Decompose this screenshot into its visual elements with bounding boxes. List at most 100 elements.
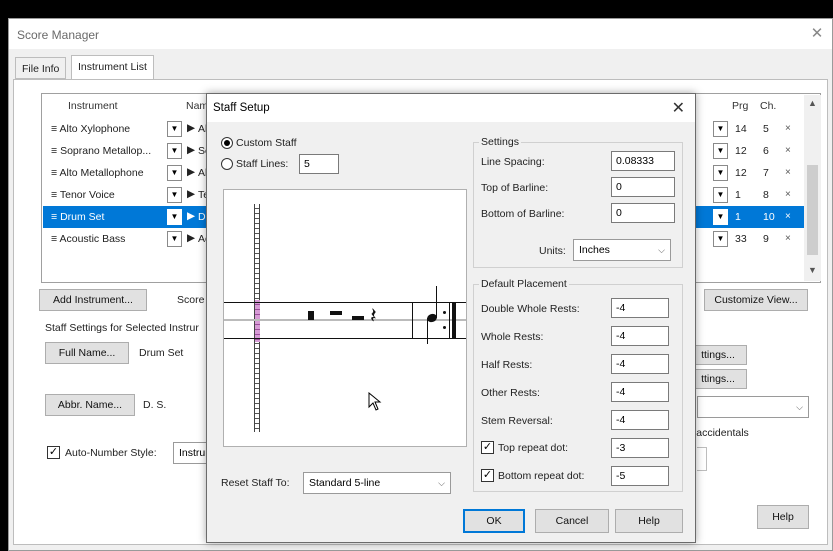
staff-lines-field[interactable]: 5 <box>299 154 339 174</box>
stem-reversal-label: Stem Reversal: <box>481 415 553 427</box>
close-icon[interactable]: ✕ <box>672 98 685 118</box>
other-rests-label: Other Rests: <box>481 387 540 399</box>
whole-rests-label: Whole Rests: <box>481 331 544 343</box>
help-button[interactable]: Help <box>615 509 683 533</box>
play-icon[interactable]: ▶ <box>187 232 195 244</box>
instrument-name: ≡ Soprano Metallop... <box>51 145 152 157</box>
remove-icon[interactable]: × <box>785 189 791 200</box>
full-name-button[interactable]: Full Name... <box>45 342 129 364</box>
bottom-repeat-dot-field[interactable]: -5 <box>611 466 669 486</box>
abbr-name-button[interactable]: Abbr. Name... <box>45 394 135 416</box>
channel-dropdown[interactable]: ▼ <box>713 209 728 225</box>
prg-value: 1 <box>735 189 741 201</box>
window-title: Score Manager <box>17 28 100 42</box>
prg-value: 33 <box>735 233 747 245</box>
vertical-scrollbar[interactable]: ▲ ▼ <box>804 95 821 281</box>
instrument-dropdown[interactable]: ▼ <box>167 121 182 137</box>
whole-rests-field[interactable]: -4 <box>611 326 669 346</box>
settings-button-1[interactable]: ttings... <box>689 345 747 365</box>
play-icon[interactable]: ▶ <box>187 188 195 200</box>
remove-icon[interactable]: × <box>785 211 791 222</box>
channel-dropdown[interactable]: ▼ <box>713 143 728 159</box>
whole-rest <box>330 311 342 315</box>
cancel-button[interactable]: Cancel <box>535 509 609 533</box>
reset-staff-select[interactable]: Standard 5-line ⌵ <box>303 472 451 494</box>
channel-dropdown[interactable]: ▼ <box>713 231 728 247</box>
note-stem-down <box>427 318 428 344</box>
auto-number-checkbox[interactable]: ✓ <box>47 446 60 459</box>
scroll-down-icon[interactable]: ▼ <box>808 265 817 275</box>
top-repeat-dot-label: Top repeat dot: <box>498 442 569 454</box>
column-header-instrument[interactable]: Instrument <box>68 100 118 112</box>
half-rests-label: Half Rests: <box>481 359 533 371</box>
accidentals-label: l accidentals <box>691 427 749 439</box>
instrument-dropdown[interactable]: ▼ <box>167 209 182 225</box>
help-button[interactable]: Help <box>757 505 809 529</box>
bottom-barline-field[interactable]: 0 <box>611 203 675 223</box>
double-whole-rests-field[interactable]: -4 <box>611 298 669 318</box>
channel-dropdown[interactable]: ▼ <box>713 165 728 181</box>
staff-lines-label: Staff Lines: <box>236 158 289 170</box>
settings-group-label: Settings <box>479 136 521 148</box>
ch-value: 8 <box>763 189 769 201</box>
staff-line-bottom <box>224 338 466 339</box>
half-rest <box>352 316 364 320</box>
custom-staff-label: Custom Staff <box>236 137 297 149</box>
reset-staff-value: Standard 5-line <box>309 477 381 489</box>
settings-button-2[interactable]: ttings... <box>689 369 747 389</box>
remove-icon[interactable]: × <box>785 233 791 244</box>
instrument-name: ≡ Tenor Voice <box>51 189 115 201</box>
instrument-dropdown[interactable]: ▼ <box>167 231 182 247</box>
tab-instrument-list[interactable]: Instrument List <box>71 55 154 80</box>
instrument-dropdown[interactable]: ▼ <box>167 187 182 203</box>
prg-value: 1 <box>735 211 741 223</box>
channel-dropdown[interactable]: ▼ <box>713 121 728 137</box>
top-repeat-dot-checkbox[interactable]: ✓ <box>481 441 494 454</box>
remove-icon[interactable]: × <box>785 167 791 178</box>
other-rests-field[interactable]: -4 <box>611 382 669 402</box>
dialog-title: Staff Setup <box>213 102 270 114</box>
mouse-cursor-icon <box>368 392 382 411</box>
top-barline-label: Top of Barline: <box>481 182 549 194</box>
instrument-name: ≡ Alto Xylophone <box>51 123 131 135</box>
ch-value: 10 <box>763 211 775 223</box>
play-icon[interactable]: ▶ <box>187 122 195 134</box>
score-label: Score <box>177 294 205 306</box>
staff-lines-radio[interactable] <box>221 158 233 170</box>
ruler-highlight <box>255 300 260 342</box>
repeat-thick-barline <box>452 302 456 339</box>
play-icon[interactable]: ▶ <box>187 210 195 222</box>
custom-staff-radio[interactable] <box>221 137 233 149</box>
column-header-ch[interactable]: Ch. <box>760 100 776 112</box>
ch-value: 7 <box>763 167 769 179</box>
remove-icon[interactable]: × <box>785 123 791 134</box>
column-header-name[interactable]: Nam <box>186 100 208 112</box>
tab-file-info[interactable]: File Info <box>15 57 67 79</box>
instrument-dropdown[interactable]: ▼ <box>167 143 182 159</box>
column-header-prg[interactable]: Prg <box>732 100 748 112</box>
scroll-thumb[interactable] <box>807 165 818 255</box>
customize-view-button[interactable]: Customize View... <box>704 289 808 311</box>
score-manager-titlebar: Score Manager ✕ <box>9 19 832 49</box>
add-instrument-button[interactable]: Add Instrument... <box>39 289 147 311</box>
remove-icon[interactable]: × <box>785 145 791 156</box>
units-select[interactable]: Inches ⌵ <box>573 239 671 261</box>
row-handle-icon: ≡ <box>51 211 58 223</box>
bottom-barline-label: Bottom of Barline: <box>481 208 565 220</box>
instrument-dropdown[interactable]: ▼ <box>167 165 182 181</box>
dropdown-right[interactable]: ⌵ <box>697 396 809 418</box>
bottom-repeat-dot-checkbox[interactable]: ✓ <box>481 469 494 482</box>
play-icon[interactable]: ▶ <box>187 144 195 156</box>
stem-reversal-field[interactable]: -4 <box>611 410 669 430</box>
half-rests-field[interactable]: -4 <box>611 354 669 374</box>
units-value: Inches <box>579 244 610 256</box>
top-barline-field[interactable]: 0 <box>611 177 675 197</box>
ok-button[interactable]: OK <box>463 509 525 533</box>
line-spacing-field[interactable]: 0.08333 <box>611 151 675 171</box>
play-icon[interactable]: ▶ <box>187 166 195 178</box>
close-icon[interactable]: ✕ <box>808 25 826 43</box>
channel-dropdown[interactable]: ▼ <box>713 187 728 203</box>
top-repeat-dot-field[interactable]: -3 <box>611 438 669 458</box>
units-label: Units: <box>539 245 566 257</box>
scroll-up-icon[interactable]: ▲ <box>808 98 817 108</box>
